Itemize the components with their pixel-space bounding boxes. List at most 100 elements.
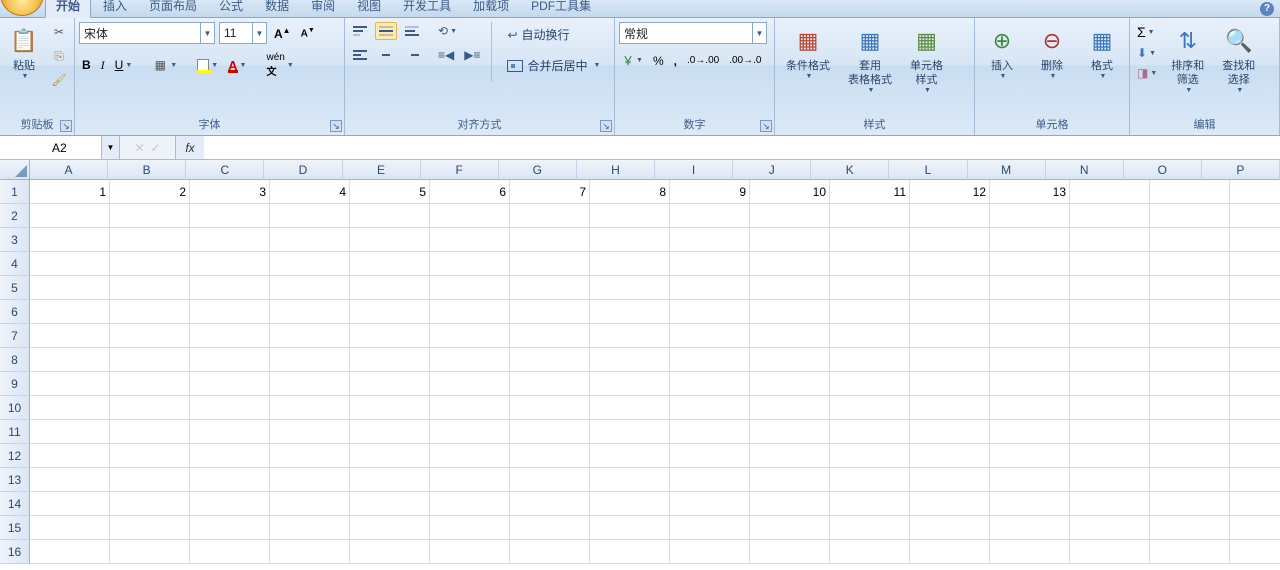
increase-decimal-button[interactable]: .0→.00 [684, 53, 722, 68]
cell[interactable] [190, 252, 270, 276]
column-header[interactable]: O [1124, 160, 1202, 180]
cell[interactable] [190, 348, 270, 372]
cell[interactable] [30, 492, 110, 516]
cell[interactable] [590, 252, 670, 276]
cell[interactable] [30, 516, 110, 540]
cell[interactable] [1070, 540, 1150, 564]
cell[interactable] [30, 372, 110, 396]
cell[interactable]: 6 [430, 180, 510, 204]
row-header[interactable]: 1 [0, 180, 30, 204]
cell[interactable] [590, 492, 670, 516]
cell[interactable] [190, 300, 270, 324]
cell[interactable] [430, 300, 510, 324]
cell[interactable]: 3 [190, 180, 270, 204]
cell[interactable] [1230, 444, 1280, 468]
font-launcher[interactable]: ↘ [330, 120, 342, 132]
cell[interactable] [750, 300, 830, 324]
cell[interactable] [670, 324, 750, 348]
cell[interactable] [190, 420, 270, 444]
cell[interactable] [1070, 324, 1150, 348]
cell[interactable] [990, 204, 1070, 228]
cell[interactable] [510, 252, 590, 276]
cell[interactable]: 11 [830, 180, 910, 204]
cell[interactable] [510, 324, 590, 348]
cell[interactable] [990, 396, 1070, 420]
cell[interactable] [510, 468, 590, 492]
tab-developer[interactable]: 开发工具 [393, 0, 461, 17]
cell[interactable] [110, 276, 190, 300]
cell[interactable] [110, 420, 190, 444]
cell[interactable] [910, 372, 990, 396]
tab-review[interactable]: 审阅 [301, 0, 345, 17]
cell[interactable] [430, 276, 510, 300]
cell[interactable] [990, 420, 1070, 444]
cell[interactable] [1150, 468, 1230, 492]
cell[interactable] [270, 396, 350, 420]
cell[interactable] [510, 420, 590, 444]
alignment-launcher[interactable]: ↘ [600, 120, 612, 132]
cell[interactable] [830, 324, 910, 348]
column-header[interactable]: K [811, 160, 889, 180]
cell[interactable] [990, 348, 1070, 372]
cancel-icon[interactable]: ✕ [134, 141, 144, 155]
cell[interactable] [1150, 276, 1230, 300]
cell[interactable] [910, 396, 990, 420]
cell[interactable] [270, 300, 350, 324]
cell[interactable] [990, 492, 1070, 516]
cell[interactable] [670, 300, 750, 324]
cell[interactable] [1070, 396, 1150, 420]
cell[interactable] [910, 348, 990, 372]
decrease-font-button[interactable]: A▼ [298, 25, 318, 41]
cell[interactable] [1150, 252, 1230, 276]
cell[interactable] [910, 540, 990, 564]
align-bottom-button[interactable] [401, 22, 423, 40]
formula-input[interactable] [204, 136, 1280, 159]
cell[interactable] [1070, 204, 1150, 228]
fill-button[interactable]: ⬇▼ [1134, 44, 1160, 62]
office-button[interactable] [0, 0, 44, 16]
delete-cells-button[interactable]: ⊖删除▼ [1029, 22, 1075, 83]
row-header[interactable]: 9 [0, 372, 30, 396]
cell[interactable] [590, 372, 670, 396]
cell[interactable] [1150, 396, 1230, 420]
cell[interactable] [910, 324, 990, 348]
italic-button[interactable]: I [98, 56, 108, 75]
cell[interactable] [350, 276, 430, 300]
find-select-button[interactable]: 🔍查找和 选择▼ [1215, 22, 1262, 97]
cell[interactable] [510, 300, 590, 324]
cell[interactable] [270, 516, 350, 540]
row-header[interactable]: 13 [0, 468, 30, 492]
cell[interactable] [590, 468, 670, 492]
cell[interactable] [110, 396, 190, 420]
cell[interactable] [510, 348, 590, 372]
cell[interactable] [830, 492, 910, 516]
cells-area[interactable]: 12345678910111213 [30, 180, 1280, 564]
cell[interactable] [670, 468, 750, 492]
cell[interactable]: 1 [30, 180, 110, 204]
cell[interactable] [510, 444, 590, 468]
cell[interactable] [670, 492, 750, 516]
font-name-combo[interactable]: 宋体▼ [79, 22, 215, 44]
decrease-decimal-button[interactable]: .00→.0 [726, 53, 764, 68]
cell[interactable] [1230, 180, 1280, 204]
cell[interactable] [590, 540, 670, 564]
cell[interactable] [190, 204, 270, 228]
cell[interactable] [750, 468, 830, 492]
cell[interactable] [990, 444, 1070, 468]
cell[interactable] [430, 468, 510, 492]
comma-button[interactable]: , [671, 52, 680, 70]
tab-data[interactable]: 数据 [255, 0, 299, 17]
tab-page-layout[interactable]: 页面布局 [139, 0, 207, 17]
cell[interactable] [830, 372, 910, 396]
cell[interactable] [910, 444, 990, 468]
cell[interactable]: 13 [990, 180, 1070, 204]
cell[interactable] [750, 324, 830, 348]
cell[interactable] [830, 228, 910, 252]
cell[interactable] [750, 372, 830, 396]
cell[interactable] [270, 420, 350, 444]
cell[interactable] [350, 540, 430, 564]
column-header[interactable]: P [1202, 160, 1280, 180]
cell[interactable] [910, 228, 990, 252]
cell[interactable] [590, 324, 670, 348]
row-header[interactable]: 6 [0, 300, 30, 324]
